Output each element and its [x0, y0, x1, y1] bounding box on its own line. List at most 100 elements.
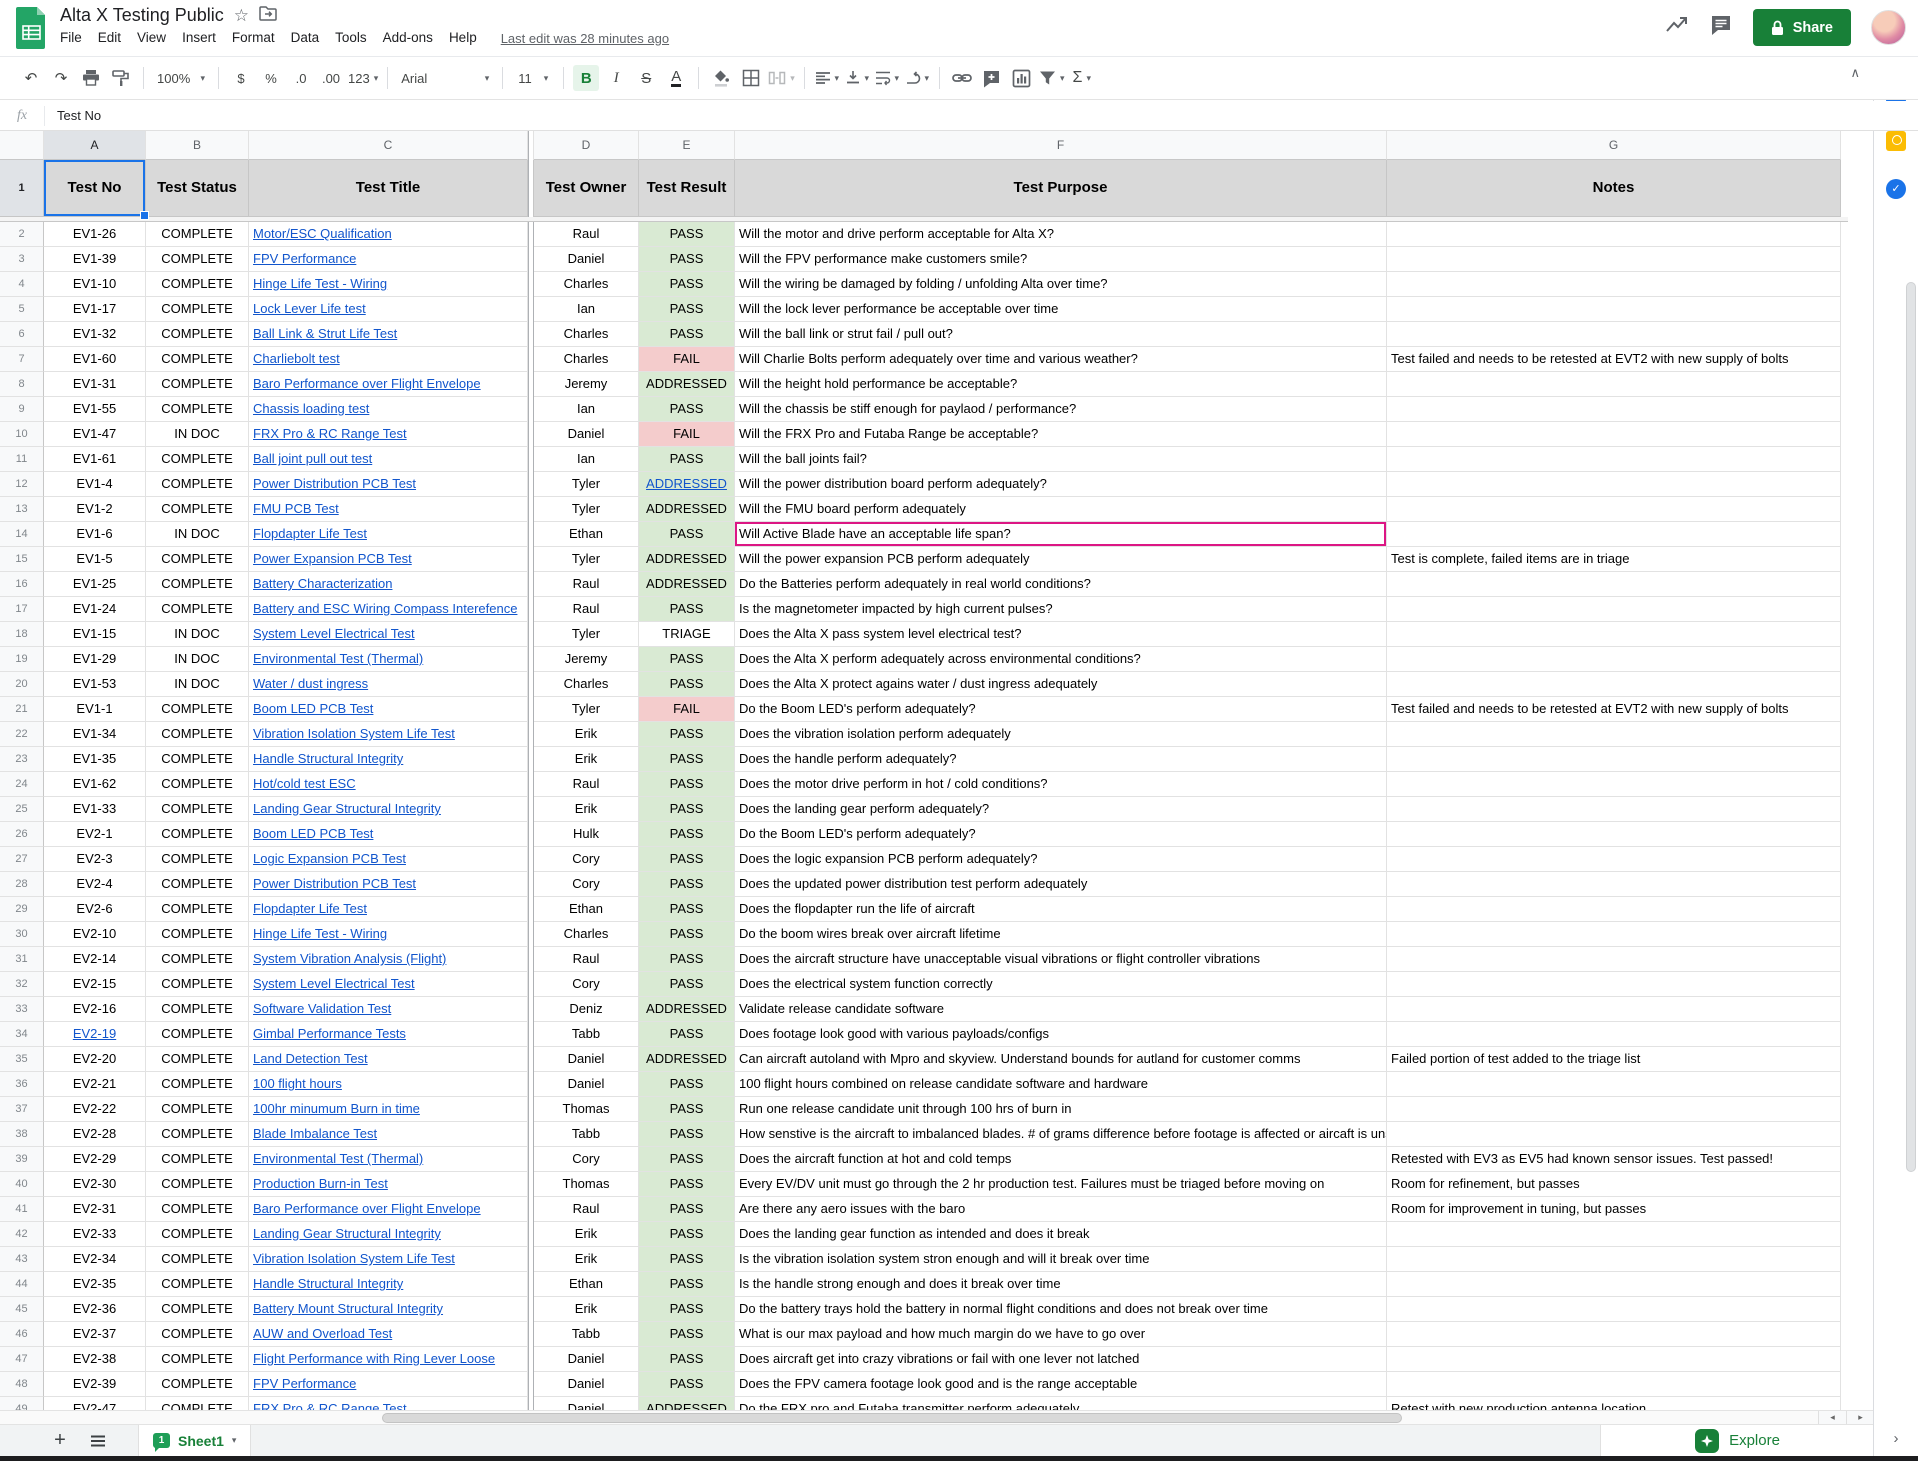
cell-test-purpose[interactable]: Do the Batteries perform adequately in r… — [735, 572, 1387, 597]
cell-test-title-link[interactable]: Handle Structural Integrity — [249, 747, 528, 772]
cell-test-purpose[interactable]: Will the lock lever performance be accep… — [735, 297, 1387, 322]
cell-notes[interactable] — [1387, 972, 1841, 997]
cell-test-no[interactable]: EV2-19 — [44, 1022, 146, 1047]
formula-input[interactable]: Test No — [45, 108, 101, 123]
cell-test-title-link[interactable]: Baro Performance over Flight Envelope — [249, 372, 528, 397]
row-number[interactable]: 14 — [0, 522, 44, 547]
decrease-decimal-button[interactable]: .0 — [288, 65, 314, 91]
cell-test-result[interactable]: PASS — [639, 447, 735, 472]
cell-test-purpose[interactable]: Does footage look good with various payl… — [735, 1022, 1387, 1047]
row-number[interactable]: 31 — [0, 947, 44, 972]
row-number[interactable]: 33 — [0, 997, 44, 1022]
row-number[interactable]: 39 — [0, 1147, 44, 1172]
cell-test-owner[interactable]: Charles — [534, 922, 639, 947]
row-number[interactable]: 38 — [0, 1122, 44, 1147]
cell-test-result[interactable]: PASS — [639, 1297, 735, 1322]
cell-test-status[interactable]: COMPLETE — [146, 572, 249, 597]
cell-test-result[interactable]: PASS — [639, 772, 735, 797]
cell-test-status[interactable]: COMPLETE — [146, 247, 249, 272]
cell-test-status[interactable]: COMPLETE — [146, 772, 249, 797]
cell-test-owner[interactable]: Daniel — [534, 1047, 639, 1072]
cell-notes[interactable] — [1387, 372, 1841, 397]
cell-test-result[interactable]: ADDRESSED — [639, 497, 735, 522]
cell-test-result[interactable]: PASS — [639, 647, 735, 672]
row-number[interactable]: 13 — [0, 497, 44, 522]
cell-test-owner[interactable]: Cory — [534, 972, 639, 997]
cell-test-result[interactable]: PASS — [639, 1147, 735, 1172]
cell-test-status[interactable]: COMPLETE — [146, 722, 249, 747]
cell-test-status[interactable]: COMPLETE — [146, 597, 249, 622]
cell-notes[interactable] — [1387, 922, 1841, 947]
menu-edit[interactable]: Edit — [90, 28, 129, 47]
menu-help[interactable]: Help — [441, 28, 485, 47]
cell-test-owner[interactable]: Raul — [534, 572, 639, 597]
cell-notes[interactable] — [1387, 1322, 1841, 1347]
cell-test-status[interactable]: COMPLETE — [146, 1372, 249, 1397]
comment-history-icon[interactable] — [1709, 13, 1733, 42]
cell-notes[interactable]: Test is complete, failed items are in tr… — [1387, 547, 1841, 572]
explore-button[interactable]: Explore — [1729, 1432, 1780, 1449]
cell-test-result[interactable]: PASS — [639, 247, 735, 272]
cell-notes[interactable] — [1387, 822, 1841, 847]
cell-test-result[interactable]: PASS — [639, 822, 735, 847]
row-number[interactable]: 47 — [0, 1347, 44, 1372]
cell-test-result[interactable]: ADDRESSED — [639, 472, 735, 497]
cell-test-title-link[interactable]: Hot/cold test ESC — [249, 772, 528, 797]
cell-notes[interactable] — [1387, 1272, 1841, 1297]
cell-test-no[interactable]: EV1-1 — [44, 697, 146, 722]
cell-notes[interactable] — [1387, 297, 1841, 322]
cell-notes[interactable] — [1387, 597, 1841, 622]
cell-test-result[interactable]: PASS — [639, 1122, 735, 1147]
cell-header-test-purpose[interactable]: Test Purpose — [735, 160, 1387, 217]
text-color-button[interactable]: A — [663, 65, 689, 91]
cell-notes[interactable]: Failed portion of test added to the tria… — [1387, 1047, 1841, 1072]
cell-test-no[interactable]: EV1-34 — [44, 722, 146, 747]
horizontal-scrollbar[interactable]: ◂ ▸ — [0, 1410, 1874, 1425]
row-number[interactable]: 25 — [0, 797, 44, 822]
cell-test-purpose[interactable]: Run one release candidate unit through 1… — [735, 1097, 1387, 1122]
cell-test-no[interactable]: EV1-5 — [44, 547, 146, 572]
cell-test-status[interactable]: COMPLETE — [146, 372, 249, 397]
cell-test-owner[interactable]: Tyler — [534, 697, 639, 722]
cell-test-purpose[interactable]: Does the updated power distribution test… — [735, 872, 1387, 897]
cell-test-no[interactable]: EV2-20 — [44, 1047, 146, 1072]
move-to-folder-icon[interactable] — [259, 6, 277, 26]
row-number[interactable]: 46 — [0, 1322, 44, 1347]
cell-test-no[interactable]: EV2-33 — [44, 1222, 146, 1247]
borders-button[interactable] — [738, 65, 764, 91]
cell-test-title-link[interactable]: Charliebolt test — [249, 347, 528, 372]
google-keep-icon[interactable] — [1886, 131, 1906, 151]
cell-notes[interactable] — [1387, 897, 1841, 922]
font-size-select[interactable]: 11▾ — [512, 65, 554, 91]
row-number[interactable]: 10 — [0, 422, 44, 447]
cell-test-purpose[interactable]: Does the handle perform adequately? — [735, 747, 1387, 772]
cell-test-title-link[interactable]: Landing Gear Structural Integrity — [249, 797, 528, 822]
cell-notes[interactable] — [1387, 1072, 1841, 1097]
cell-notes[interactable] — [1387, 1122, 1841, 1147]
row-number[interactable]: 20 — [0, 672, 44, 697]
cell-notes[interactable] — [1387, 447, 1841, 472]
cell-test-no[interactable]: EV1-2 — [44, 497, 146, 522]
filter-button[interactable]: ▾ — [1039, 65, 1065, 91]
cell-test-purpose[interactable]: Will the height hold performance be acce… — [735, 372, 1387, 397]
cell-test-no[interactable]: EV1-47 — [44, 422, 146, 447]
cell-test-result[interactable]: FAIL — [639, 422, 735, 447]
cell-test-owner[interactable]: Raul — [534, 772, 639, 797]
sheet-tab-menu-icon[interactable]: ▾ — [232, 1435, 237, 1446]
vertical-scrollbar-thumb[interactable] — [1906, 282, 1916, 1172]
cell-header-test-status[interactable]: Test Status — [146, 160, 249, 217]
cell-test-purpose[interactable]: Does the vibration isolation perform ade… — [735, 722, 1387, 747]
cell-test-owner[interactable]: Jeremy — [534, 647, 639, 672]
cell-header-test-result[interactable]: Test Result — [639, 160, 735, 217]
cell-test-title-link[interactable]: Logic Expansion PCB Test — [249, 847, 528, 872]
cell-notes[interactable] — [1387, 1022, 1841, 1047]
cell-test-owner[interactable]: Charles — [534, 347, 639, 372]
cell-notes[interactable]: Retested with EV3 as EV5 had known senso… — [1387, 1147, 1841, 1172]
cell-test-no[interactable]: EV2-4 — [44, 872, 146, 897]
cell-test-owner[interactable]: Daniel — [534, 1372, 639, 1397]
row-number[interactable]: 45 — [0, 1297, 44, 1322]
cell-test-title-link[interactable]: 100 flight hours — [249, 1072, 528, 1097]
format-currency-button[interactable]: $ — [228, 65, 254, 91]
cell-test-no[interactable]: EV2-36 — [44, 1297, 146, 1322]
cell-test-owner[interactable]: Charles — [534, 272, 639, 297]
